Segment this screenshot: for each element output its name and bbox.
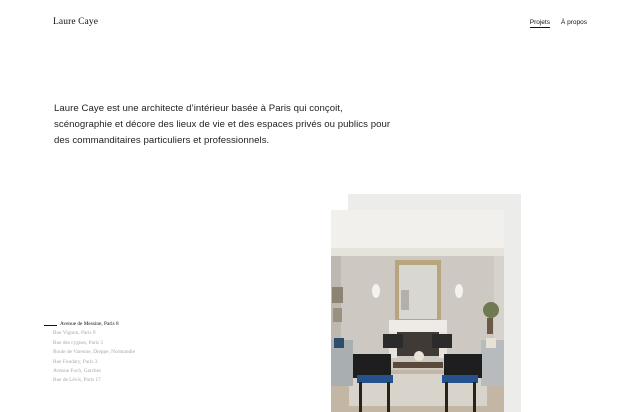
cornice [331, 248, 504, 256]
chair-leg [359, 382, 362, 412]
wall-sconce [455, 284, 463, 298]
armchair-seat [357, 375, 393, 383]
ceiling [331, 210, 504, 252]
project-item[interactable]: Rue de Lévis, Paris 17 [44, 376, 135, 385]
armchair-seat [442, 375, 478, 383]
wall-picture [333, 308, 342, 322]
armchair-front-right [444, 354, 482, 378]
fireplace-mantel [389, 320, 447, 332]
chair-back [383, 334, 403, 348]
intro-line: scénographie et décore des lieux de vie … [54, 119, 391, 130]
chair-back [432, 334, 452, 348]
armchair-front-left [353, 354, 391, 378]
cushion [486, 338, 496, 348]
living-room-photo [331, 210, 504, 412]
intro-line: Laure Caye est une architecte d’intérieu… [54, 103, 343, 114]
wall-sconce [372, 284, 380, 298]
project-item[interactable]: Rue des cygnes, Paris 5 [44, 339, 135, 348]
plant-pot [487, 318, 493, 334]
project-item[interactable]: Route de Varenne, Dieppe, Normandie [44, 348, 135, 357]
chair-leg [387, 382, 390, 412]
project-list: Avenue de Messine, Paris 8 Rue Vignon, P… [44, 320, 135, 386]
cushion [334, 338, 344, 348]
project-photo[interactable] [331, 210, 504, 412]
intro-text: Laure Caye est une architecte d’intérieu… [54, 101, 414, 149]
wall-picture [332, 287, 343, 303]
main-nav: Projets À propos [529, 19, 587, 28]
project-item[interactable]: Rue Vignon, Paris 9 [44, 329, 135, 338]
project-item[interactable]: Rue Fondary, Paris 3 [44, 358, 135, 367]
nav-link-projets[interactable]: Projets [529, 19, 550, 28]
project-item[interactable]: Avenue Foch, Garches [44, 367, 135, 376]
plant-foliage [483, 302, 499, 318]
site-logo[interactable]: Laure Caye [53, 17, 98, 27]
chair-leg [445, 382, 448, 412]
chair-leg [473, 382, 476, 412]
nav-link-a-propos[interactable]: À propos [561, 19, 587, 28]
coffee-table [393, 362, 443, 368]
intro-line: des commanditaires particuliers et profe… [54, 135, 270, 146]
mirror-reflection [401, 290, 409, 310]
table-decor [414, 351, 424, 361]
project-item[interactable]: Avenue de Messine, Paris 8 [44, 320, 135, 329]
